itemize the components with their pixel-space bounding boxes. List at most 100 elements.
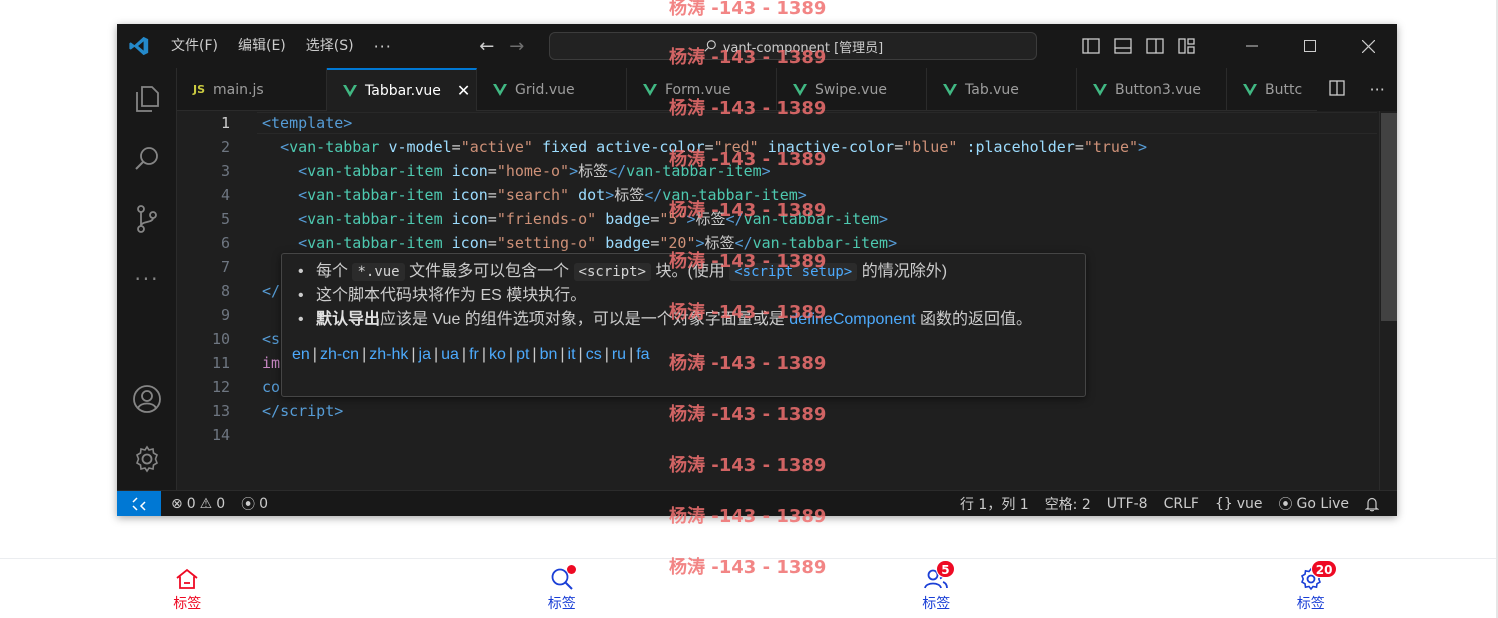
editor-tabs: JS main.js Tabbar.vue ✕ Grid.vue Form.vu… — [177, 68, 1397, 111]
split-editor-icon[interactable] — [1329, 79, 1345, 100]
line-number: 11 — [211, 354, 230, 372]
vue-file-icon — [1093, 83, 1107, 96]
menu-more-icon[interactable]: ··· — [364, 37, 402, 56]
lang-link-ru[interactable]: ru — [612, 346, 626, 363]
lang-link-pt[interactable]: pt — [516, 346, 529, 363]
notification-dot — [566, 564, 576, 574]
lang-link-cs[interactable]: cs — [586, 346, 602, 363]
tab-button-truncated[interactable]: Buttc — [1227, 68, 1307, 111]
lang-link-it[interactable]: it — [568, 346, 576, 363]
code-line-5: <van-tabbar-item icon="friends-o" badge=… — [298, 210, 889, 228]
cursor-position[interactable]: 行 1，列 1 — [952, 494, 1037, 514]
badge-count: 5 — [936, 559, 955, 578]
line-number: 12 — [211, 378, 230, 396]
menu-file[interactable]: 文件(F) — [161, 24, 228, 68]
search-icon[interactable] — [117, 134, 177, 184]
tab-button3-vue[interactable]: Button3.vue — [1077, 68, 1227, 111]
setting-icon: 20 — [1297, 559, 1338, 592]
lang-link-zh-hk[interactable]: zh-hk — [369, 346, 408, 363]
scrollbar-thumb[interactable] — [1381, 113, 1397, 321]
more-actions-icon[interactable]: ··· — [1370, 80, 1385, 99]
command-center-label: vant-component [管理员] — [722, 40, 884, 56]
hover-documentation-popup: • 每个 *.vue 文件最多可以包含一个 <script> 块。(使用 <scr… — [281, 253, 1086, 397]
minimize-icon[interactable] — [1223, 24, 1281, 68]
remote-indicator-icon[interactable] — [117, 490, 161, 516]
indentation[interactable]: 空格: 2 — [1037, 494, 1099, 514]
title-bar-controls — [1075, 24, 1397, 68]
tabbar-item-home[interactable]: 标签 — [0, 559, 375, 618]
ports-count: 0 — [259, 495, 269, 512]
code-line-4: <van-tabbar-item icon="search" dot>标签</v… — [298, 186, 807, 204]
tab-label: Grid.vue — [515, 81, 575, 98]
activity-bar: ··· — [117, 68, 177, 490]
go-live-button[interactable]: ⦿ Go Live — [1271, 494, 1357, 514]
search-icon — [548, 564, 576, 592]
ports-indicator[interactable]: ⦿ 0 — [233, 494, 276, 514]
language-links: en | zh-cn | zh-hk | ja | ua | fr | ko | pt | bn | it | cs | r… — [292, 346, 650, 363]
code-line-8: </ — [262, 282, 281, 300]
warning-icon: ⚠ — [199, 495, 213, 512]
line-number: 13 — [211, 402, 230, 420]
code-line-12: co — [262, 378, 281, 396]
tab-label: Button3.vue — [1115, 81, 1202, 98]
van-tabbar: 标签 标签 5 标签 20 标签 — [0, 558, 1498, 618]
define-component-link[interactable]: defineComponent — [789, 311, 915, 328]
tab-tabbar-vue[interactable]: Tabbar.vue ✕ — [327, 68, 477, 111]
forward-arrow-icon[interactable]: → — [502, 36, 532, 57]
line-number: 10 — [211, 330, 230, 348]
toggle-primary-sidebar-icon[interactable] — [1075, 24, 1107, 68]
lang-link-bn[interactable]: bn — [540, 346, 558, 363]
lang-link-ko[interactable]: ko — [489, 346, 506, 363]
menu-edit[interactable]: 编辑(E) — [228, 24, 296, 68]
code-line-13: </script> — [262, 402, 344, 420]
lang-link-fr[interactable]: fr — [469, 346, 479, 363]
tab-label: main.js — [213, 81, 264, 98]
tab-actions: ··· — [1317, 68, 1397, 111]
tabbar-item-label: 标签 — [1296, 595, 1325, 612]
customize-layout-icon[interactable] — [1171, 24, 1203, 68]
vue-file-icon — [493, 83, 507, 96]
account-icon[interactable] — [117, 374, 177, 424]
lang-link-en[interactable]: en — [292, 346, 310, 363]
close-icon[interactable] — [1339, 24, 1397, 68]
settings-gear-icon[interactable] — [117, 434, 177, 484]
tab-form-vue[interactable]: Form.vue — [627, 68, 777, 111]
lang-link-ja[interactable]: ja — [419, 346, 431, 363]
lang-link-fa[interactable]: fa — [636, 346, 649, 363]
tab-tab-vue[interactable]: Tab.vue — [927, 68, 1077, 111]
tabbar-item-search[interactable]: 标签 — [375, 559, 750, 618]
back-arrow-icon[interactable]: ← — [472, 36, 502, 57]
more-views-icon[interactable]: ··· — [117, 254, 177, 304]
problems-indicator[interactable]: ⊗ 0 ⚠ 0 — [161, 496, 233, 512]
tabbar-item-settings[interactable]: 20 标签 — [1124, 559, 1498, 618]
tab-swipe-vue[interactable]: Swipe.vue — [777, 68, 927, 111]
notifications-bell-icon[interactable] — [1357, 497, 1387, 512]
maximize-icon[interactable] — [1281, 24, 1339, 68]
explorer-icon[interactable] — [117, 74, 177, 124]
line-number: 9 — [220, 306, 230, 324]
end-of-line[interactable]: CRLF — [1156, 496, 1207, 512]
toggle-secondary-sidebar-icon[interactable] — [1139, 24, 1171, 68]
language-mode[interactable]: {} vue — [1207, 496, 1271, 512]
status-bar: ⊗ 0 ⚠ 0 ⦿ 0 行 1，列 1 空格: 2 UTF-8 CRLF {} … — [117, 490, 1397, 516]
tabbar-item-friends[interactable]: 5 标签 — [749, 559, 1124, 618]
lang-link-zh-cn[interactable]: zh-cn — [320, 346, 359, 363]
line-number: 5 — [220, 210, 230, 228]
encoding[interactable]: UTF-8 — [1099, 496, 1156, 512]
source-control-icon[interactable] — [117, 194, 177, 244]
lang-link-ua[interactable]: ua — [441, 346, 459, 363]
command-center-search[interactable]: vant-component [管理员] — [549, 32, 1037, 60]
menu-selection[interactable]: 选择(S) — [296, 24, 364, 68]
tab-grid-vue[interactable]: Grid.vue — [477, 68, 627, 111]
editor-scrollbar[interactable] — [1379, 111, 1397, 490]
line-number: 6 — [220, 234, 230, 252]
close-tab-icon[interactable]: ✕ — [457, 81, 470, 100]
search-icon — [704, 40, 716, 52]
home-icon — [173, 566, 201, 592]
toggle-panel-icon[interactable] — [1107, 24, 1139, 68]
tab-main-js[interactable]: JS main.js — [177, 68, 327, 111]
page: 文件(F) 编辑(E) 选择(S) ··· ← → vant-component… — [0, 0, 1498, 618]
hover-list: • 每个 *.vue 文件最多可以包含一个 <script> 块。(使用 <scr… — [292, 260, 1075, 332]
error-count: 0 — [186, 495, 196, 512]
vue-file-icon — [343, 84, 357, 97]
